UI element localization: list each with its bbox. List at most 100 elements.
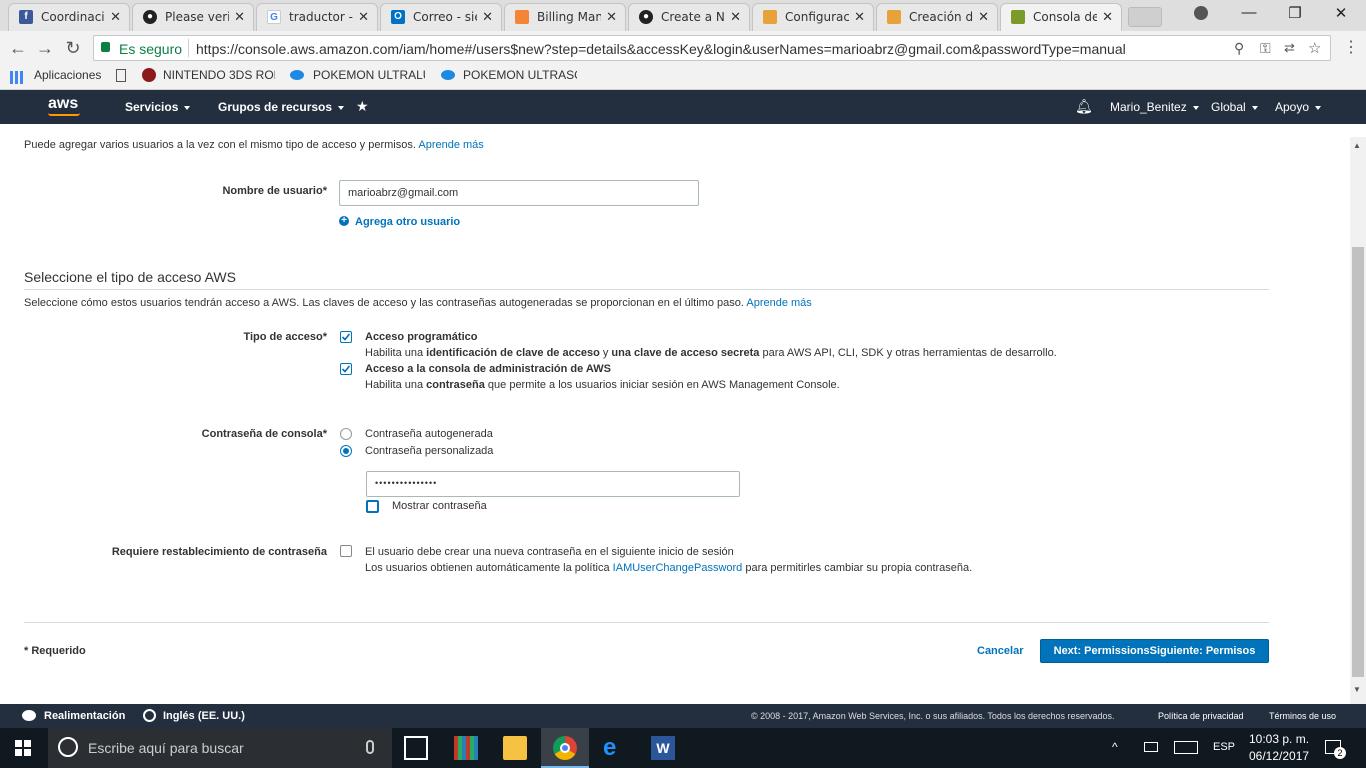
browser-tab[interactable]: Creación de ✕ xyxy=(876,3,998,31)
forward-icon[interactable]: → xyxy=(33,37,57,59)
support-menu[interactable]: Apoyo xyxy=(1275,100,1322,114)
scroll-up-icon[interactable]: ▲ xyxy=(1353,141,1361,150)
aws-logo[interactable]: aws xyxy=(48,95,78,113)
clock-time[interactable]: 10:03 p. m. xyxy=(1249,732,1309,746)
autogenerated-password-radio[interactable] xyxy=(340,428,352,440)
bookmark-star-icon[interactable]: ☆ xyxy=(1308,39,1321,57)
restore-icon[interactable]: ❐ xyxy=(1272,4,1318,26)
language-indicator[interactable]: ESP xyxy=(1213,741,1235,753)
chevron-up-icon[interactable]: ^ xyxy=(1112,740,1118,754)
close-icon[interactable]: ✕ xyxy=(1102,9,1113,25)
autogenerated-password-label[interactable]: Contraseña autogenerada xyxy=(365,428,493,440)
services-menu[interactable]: Servicios xyxy=(125,100,191,114)
language-selector[interactable]: Inglés (EE. UU.) xyxy=(163,710,245,722)
require-reset-text[interactable]: El usuario debe crear una nueva contrase… xyxy=(365,546,734,558)
resource-groups-menu[interactable]: Grupos de recursos xyxy=(218,100,345,114)
browser-tab[interactable]: O Correo - sie ✕ xyxy=(380,3,502,31)
feedback-icon xyxy=(22,710,36,721)
show-password-label[interactable]: Mostrar contraseña xyxy=(392,500,487,512)
profile-icon[interactable] xyxy=(1194,6,1208,20)
aws-box-icon xyxy=(515,10,529,24)
show-password-checkbox[interactable] xyxy=(366,500,379,513)
window-close-icon[interactable]: ✕ xyxy=(1318,4,1364,26)
keyboard-icon[interactable] xyxy=(1174,741,1198,754)
close-icon[interactable]: ✕ xyxy=(606,9,617,25)
terms-link[interactable]: Términos de uso xyxy=(1269,711,1336,721)
close-icon[interactable]: ✕ xyxy=(110,9,121,25)
app-icon[interactable] xyxy=(454,736,478,760)
battery-icon[interactable] xyxy=(1144,742,1158,752)
clock-date[interactable]: 06/12/2017 xyxy=(1249,749,1309,763)
menu-icon[interactable]: ⋮ xyxy=(1343,37,1359,57)
console-access-checkbox[interactable] xyxy=(340,363,352,375)
file-explorer-icon[interactable] xyxy=(503,736,527,760)
custom-password-radio[interactable] xyxy=(340,445,352,457)
add-user-link[interactable]: Agrega otro usuario xyxy=(355,216,460,228)
close-icon[interactable]: ✕ xyxy=(978,9,989,25)
require-reset-checkbox[interactable] xyxy=(340,545,352,557)
close-icon[interactable]: ✕ xyxy=(730,9,741,25)
learn-more-link[interactable]: Aprende más xyxy=(746,297,811,309)
url-text[interactable]: https://console.aws.amazon.com/iam/home#… xyxy=(196,41,1226,57)
reload-icon[interactable]: ↻ xyxy=(61,37,85,59)
windows-start-icon[interactable] xyxy=(15,740,31,756)
notification-count: 2 xyxy=(1334,747,1346,759)
edge-icon[interactable]: e xyxy=(603,734,616,762)
close-icon[interactable]: ✕ xyxy=(482,9,493,25)
plus-circle-icon[interactable]: + xyxy=(339,216,349,226)
back-icon[interactable]: ← xyxy=(6,37,30,59)
taskbar-search-box[interactable]: Escribe aquí para buscar xyxy=(48,728,392,768)
cancel-button[interactable]: Cancelar xyxy=(977,645,1023,657)
scrollbar[interactable]: ▲ ▼ xyxy=(1350,137,1366,704)
password-input[interactable]: ••••••••••••••• xyxy=(366,471,740,497)
region-label: Global xyxy=(1211,100,1246,114)
checkmark-icon xyxy=(341,365,351,373)
tab-label: Correo - sie xyxy=(413,10,477,24)
aws-doc-icon xyxy=(763,10,777,24)
browser-tab[interactable]: Configuració ✕ xyxy=(752,3,874,31)
browser-tab[interactable]: f Coordinació ✕ xyxy=(8,3,130,31)
new-tab-button[interactable] xyxy=(1128,7,1162,27)
region-menu[interactable]: Global xyxy=(1211,100,1258,114)
iam-policy-link[interactable]: IAMUserChangePassword xyxy=(613,562,743,574)
programmatic-access-checkbox[interactable] xyxy=(340,331,352,343)
browser-tab[interactable]: G traductor - ✕ xyxy=(256,3,378,31)
bookmark-item[interactable]: NINTENDO 3DS ROM xyxy=(163,68,275,82)
learn-more-link[interactable]: Aprende más xyxy=(418,139,483,151)
browser-tab-bar: f Coordinació ✕ ● Please verify ✕ G trad… xyxy=(0,0,1366,31)
browser-tab-active[interactable]: Consola de ✕ xyxy=(1000,3,1122,31)
next-permissions-button[interactable]: Next: PermissionsSiguiente: Permisos xyxy=(1040,639,1269,663)
close-icon[interactable]: ✕ xyxy=(358,9,369,25)
key-icon[interactable]: ⚿ xyxy=(1260,40,1271,57)
feedback-link[interactable]: Realimentación xyxy=(44,710,125,722)
username-input[interactable]: marioabrz@gmail.com xyxy=(339,180,699,206)
programmatic-access-title: Acceso programático xyxy=(365,331,478,343)
apps-bookmark[interactable]: Aplicaciones xyxy=(34,68,101,82)
browser-tab[interactable]: Billing Man ✕ xyxy=(504,3,626,31)
apps-icon[interactable] xyxy=(10,71,23,84)
pin-icon[interactable]: ★ xyxy=(356,98,369,115)
task-view-icon[interactable] xyxy=(404,736,428,760)
browser-tab[interactable]: ● Please verify ✕ xyxy=(132,3,254,31)
scroll-down-icon[interactable]: ▼ xyxy=(1353,685,1361,694)
custom-password-label[interactable]: Contraseña personalizada xyxy=(365,445,493,457)
zoom-icon[interactable]: ⚲ xyxy=(1234,40,1244,57)
notifications-icon[interactable]: 2 xyxy=(1325,740,1346,759)
privacy-link[interactable]: Política de privacidad xyxy=(1158,711,1244,721)
chrome-taskbar-button[interactable] xyxy=(541,728,589,768)
user-menu[interactable]: Mario_Benitez xyxy=(1110,100,1199,114)
microphone-icon[interactable] xyxy=(366,740,374,754)
nintendo-icon xyxy=(142,68,156,82)
bookmark-item[interactable]: POKEMON ULTRALU xyxy=(313,68,425,82)
address-bar[interactable]: Es seguro https://console.aws.amazon.com… xyxy=(93,35,1331,61)
bookmark-item[interactable]: POKEMON ULTRASO xyxy=(463,68,577,82)
browser-tab[interactable]: ● Create a Ne ✕ xyxy=(628,3,750,31)
scrollbar-thumb[interactable] xyxy=(1352,247,1364,677)
word-icon[interactable]: W xyxy=(651,736,675,760)
translate-icon[interactable]: ⇄ xyxy=(1284,40,1295,56)
bell-icon[interactable]: 🔔︎ xyxy=(1075,98,1093,115)
close-icon[interactable]: ✕ xyxy=(234,9,245,25)
chrome-icon xyxy=(553,736,577,760)
minimize-icon[interactable]: — xyxy=(1226,4,1272,26)
close-icon[interactable]: ✕ xyxy=(854,9,865,25)
